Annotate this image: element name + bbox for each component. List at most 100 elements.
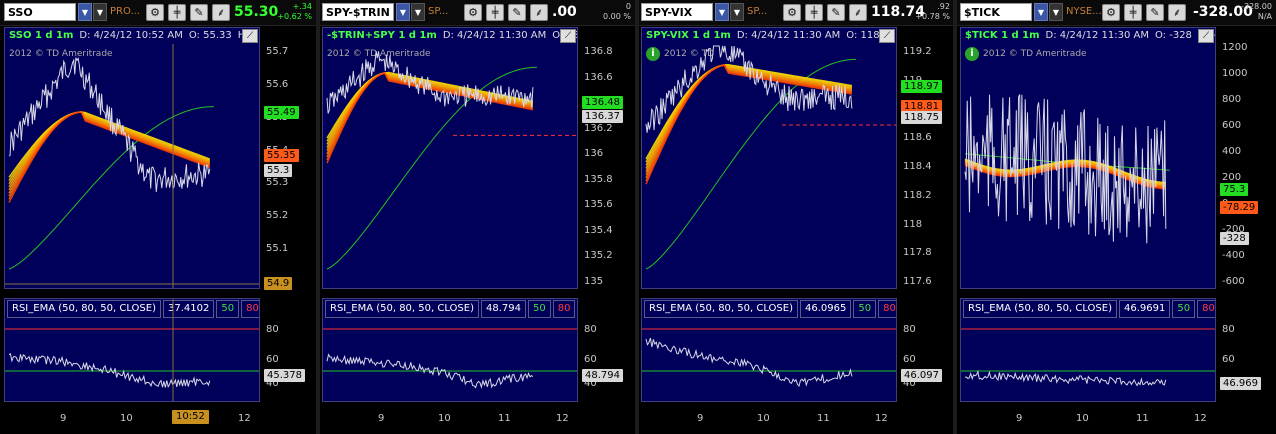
symbol-description: SP...: [747, 6, 768, 17]
symbol-input[interactable]: SSO: [4, 3, 76, 21]
symbol-input[interactable]: $TICK: [960, 3, 1032, 21]
price-chart[interactable]: $TICK 1 d 1mD: 4/24/12 11:30 AMO: -328H:…: [960, 27, 1216, 289]
price-tag: 118.75: [901, 111, 942, 124]
symbol-dropdown-button[interactable]: ▼: [715, 3, 729, 21]
rsi-plot-svg: [5, 299, 259, 401]
price-chart[interactable]: -$TRIN+SPY 1 d 1mD: 4/24/12 11:30 AMO: 1…: [322, 27, 578, 289]
rsi-study-pane[interactable]: RSI_EMA (50, 80, 50, CLOSE) 46.0965 50 80: [641, 298, 897, 402]
net-change-value: +.34: [292, 2, 312, 11]
symbol-dropdown-button[interactable]: ▼: [78, 3, 92, 21]
y-axis-tick: 118.2: [903, 189, 932, 201]
rsi-study-pane[interactable]: RSI_EMA (50, 80, 50, CLOSE) 48.794 50 80: [322, 298, 578, 402]
x-axis-tick: 12: [238, 413, 251, 424]
link-group-button[interactable]: ▼: [730, 3, 744, 21]
rsi-plot-svg: [961, 328, 1215, 387]
chart-panel-2: SPY-$TRIN ▼ ▼ SP... ⚙ ╪ ✎ ⸙ .00 0 0.00 % -$TRIN+SPY…: [318, 0, 635, 434]
rsi-study-pane[interactable]: RSI_EMA (50, 80, 50, CLOSE) 46.9691 50 80: [960, 298, 1216, 402]
rsi-axis-tick: 80: [584, 324, 597, 335]
x-axis-tick: 11: [1136, 413, 1149, 424]
y-axis-tick: 600: [1222, 120, 1242, 131]
studies-icon[interactable]: ⸙: [212, 4, 230, 21]
y-axis-tick: -600: [1222, 276, 1245, 287]
y-axis-tick: 400: [1222, 146, 1242, 157]
rsi-value-tag: 46.097: [901, 369, 942, 382]
settings-gear-icon[interactable]: ⚙: [783, 4, 801, 21]
price-tag: 55.49: [264, 106, 299, 119]
price-tag: 55.35: [264, 149, 299, 162]
drawing-pencil-icon[interactable]: ✎: [190, 4, 208, 21]
link-group-button[interactable]: ▼: [411, 3, 425, 21]
y-axis-tick: 135: [584, 276, 604, 287]
y-axis-tick: 117.8: [903, 247, 932, 259]
chart-style-icon[interactable]: ╪: [805, 4, 823, 21]
cursor-time-tag: 10:52: [172, 410, 209, 424]
y-axis-tick: 135.6: [584, 199, 613, 211]
price-tag: -328: [1220, 232, 1249, 245]
studies-icon[interactable]: ⸙: [849, 4, 867, 21]
rsi-line: [964, 369, 1167, 387]
y-axis-tick: 118: [903, 218, 923, 230]
symbol-input[interactable]: SPY-$TRIN: [322, 3, 394, 21]
link-group-button[interactable]: ▼: [1049, 3, 1063, 21]
chart-style-icon[interactable]: ╪: [168, 4, 186, 21]
y-axis-tick: 136: [584, 148, 604, 160]
price-tag: 136.37: [582, 110, 623, 123]
last-price: 55.30: [234, 4, 279, 20]
y-axis-tick: -400: [1222, 250, 1245, 261]
y-axis-tick: 1000: [1222, 68, 1248, 79]
last-price: .00: [552, 4, 577, 20]
chart-panel-4: $TICK ▼ ▼ NYSE... ⚙ ╪ ✎ ⸙ -328.00 -328.00 N/A $TICK…: [956, 0, 1276, 434]
x-axis-tick: 9: [697, 413, 704, 424]
chart-header: SSO ▼ ▼ PRO... ⚙ ╪ ✎ ⸙ 55.30 +.34 +0.62 %: [0, 0, 316, 26]
price-chart[interactable]: SPY-VIX 1 d 1m D: 4/24/12 11:30 AM O: 118.…: [641, 27, 897, 289]
rsi-value-tag: 48.794: [582, 369, 623, 382]
price-tag: 118.97: [901, 80, 942, 93]
chart-style-icon[interactable]: ╪: [486, 4, 504, 21]
y-axis-tick: 55.3: [266, 177, 289, 189]
rsi-plot-svg: [642, 328, 896, 388]
chart-style-icon[interactable]: ╪: [1124, 4, 1142, 21]
price-plot-svg: [5, 44, 259, 288]
rsi-axis-tick: 80: [903, 324, 916, 335]
drawing-pencil-icon[interactable]: ✎: [508, 4, 526, 21]
net-change-value: -328.00: [1241, 2, 1272, 11]
net-change: +.34 +0.62 %: [277, 2, 312, 22]
link-group-button[interactable]: ▼: [93, 3, 107, 21]
symbol-dropdown-button[interactable]: ▼: [396, 3, 410, 21]
symbol-dropdown-button[interactable]: ▼: [1034, 3, 1048, 21]
x-axis-tick: 9: [60, 413, 67, 424]
x-axis-tick: 12: [556, 413, 569, 424]
chart-header: SPY-VIX ▼ ▼ SP... ⚙ ╪ ✎ ⸙ 118.74.92 +0.78 %: [637, 0, 954, 26]
studies-icon[interactable]: ⸙: [530, 4, 548, 21]
symbol-input[interactable]: SPY-VIX: [641, 3, 713, 21]
panel-splitter[interactable]: [953, 0, 957, 434]
panel-splitter[interactable]: [316, 0, 320, 434]
x-axis-tick: 12: [1194, 413, 1207, 424]
settings-gear-icon[interactable]: ⚙: [464, 4, 482, 21]
drawing-pencil-icon[interactable]: ✎: [1146, 4, 1164, 21]
y-axis-tick: 1200: [1222, 42, 1248, 53]
net-change-value: 0: [625, 2, 631, 11]
panel-splitter[interactable]: [635, 0, 639, 434]
price-chart[interactable]: SSO 1 d 1mD: 4/24/12 10:52 AMO: 55.33H: …: [4, 27, 260, 289]
x-axis-tick: 10: [1076, 413, 1089, 424]
x-axis-tick: 11: [498, 413, 511, 424]
drawing-pencil-icon[interactable]: ✎: [827, 4, 845, 21]
rsi-axis-tick: 80: [1222, 324, 1235, 335]
settings-gear-icon[interactable]: ⚙: [1102, 4, 1120, 21]
x-axis-tick: 9: [1016, 413, 1023, 424]
y-axis-tick: 118.4: [903, 161, 932, 172]
chart-panel-1: SSO ▼ ▼ PRO... ⚙ ╪ ✎ ⸙ 55.30 +.34 +0.62 % SSO 1 d 1…: [0, 0, 316, 434]
y-axis-tick: 55.2: [266, 210, 289, 222]
settings-gear-icon[interactable]: ⚙: [146, 4, 164, 21]
price-tag: 55.3: [264, 164, 293, 177]
y-axis-tick: 55.1: [266, 243, 289, 255]
rsi-study-pane[interactable]: RSI_EMA (50, 80, 50, CLOSE) 37.4102 50 80: [4, 298, 260, 402]
price-tag: 75.3: [1220, 183, 1249, 196]
net-change-value: .92: [937, 2, 950, 11]
x-axis-tick: 12: [875, 413, 888, 424]
rsi-value-tag: 45.378: [264, 369, 305, 382]
y-axis-tick: 200: [1222, 172, 1242, 183]
chart-panel-3: SPY-VIX ▼ ▼ SP... ⚙ ╪ ✎ ⸙ 118.74.92 +0.78 % SPY-VI…: [637, 0, 954, 434]
studies-icon[interactable]: ⸙: [1168, 4, 1186, 21]
